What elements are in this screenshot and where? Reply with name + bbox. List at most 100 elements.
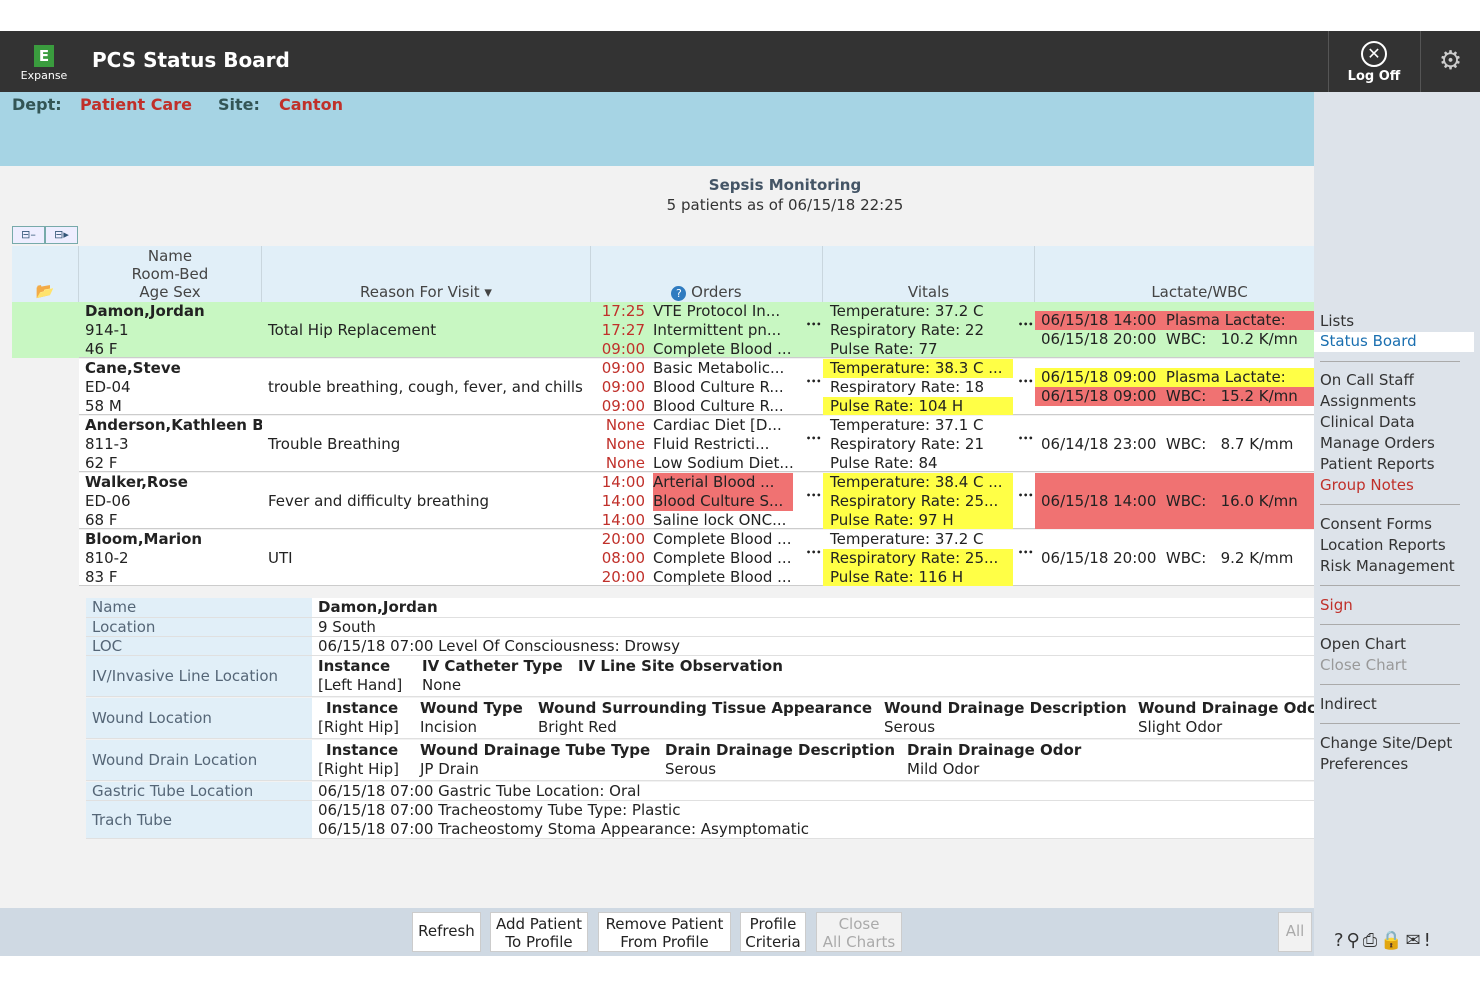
- footer-icons[interactable]: ?⚲⎙🔒✉!: [1334, 930, 1434, 951]
- orders-cell[interactable]: None Cardiac Diet [D... None Fluid Restrict…: [591, 416, 823, 472]
- nav-indirect[interactable]: Indirect: [1320, 695, 1377, 713]
- vitals-more-icon[interactable]: •••: [1018, 548, 1033, 557]
- nav-lists[interactable]: Lists: [1320, 312, 1354, 330]
- order-item[interactable]: 20:00 Complete Blood ...: [591, 530, 823, 549]
- add-patient-button[interactable]: Add Patient To Profile: [490, 912, 588, 952]
- table-row[interactable]: Damon,Jordan 914-1 46 F Total Hip Replaceme…: [12, 302, 1314, 358]
- orders-more-icon[interactable]: •••: [806, 434, 821, 443]
- orders-column-header[interactable]: ? Orders: [591, 246, 823, 302]
- order-item[interactable]: 17:25 VTE Protocol In...: [591, 302, 823, 321]
- orders-cell[interactable]: 17:25 VTE Protocol In... 17:27 Intermittent…: [591, 302, 823, 358]
- dept-value[interactable]: Patient Care: [80, 95, 192, 114]
- order-item[interactable]: 09:00 Blood Culture R...: [591, 397, 823, 415]
- lactate-cell[interactable]: 06/15/18 09:00 Plasma Lactate: 06/15/18 0…: [1035, 359, 1314, 415]
- vitals-cell[interactable]: Temperature: 38.3 C ... Respiratory Rate:…: [823, 359, 1013, 415]
- profile-criteria-button[interactable]: Profile Criteria: [740, 912, 806, 952]
- order-item[interactable]: None Fluid Restricti...: [591, 435, 823, 454]
- site-value[interactable]: Canton: [279, 95, 343, 114]
- logo-label: Expanse: [20, 69, 68, 82]
- nav-sign[interactable]: Sign: [1320, 596, 1353, 614]
- nav-location-reports[interactable]: Location Reports: [1320, 536, 1446, 554]
- table-row[interactable]: Bloom,Marion 810-2 83 F UTI 20:00 Complete Bl…: [12, 530, 1314, 586]
- lactate-cell[interactable]: 06/15/18 20:00 WBC: 9.2 K/mm: [1035, 530, 1314, 586]
- vitals-column-header[interactable]: Vitals: [823, 246, 1035, 302]
- vitals-cell[interactable]: Temperature: 38.4 C ... Respiratory Rate:…: [823, 473, 1013, 529]
- nav-clinical-data[interactable]: Clinical Data: [1320, 413, 1415, 431]
- name-column-header[interactable]: Name Room-Bed Age Sex: [79, 246, 262, 302]
- row-select-cell[interactable]: [12, 359, 79, 415]
- orders-cell[interactable]: 09:00 Basic Metabolic... 09:00 Blood Cultur…: [591, 359, 823, 415]
- nav-patient-reports[interactable]: Patient Reports: [1320, 455, 1435, 473]
- row-select-cell[interactable]: [12, 302, 79, 358]
- w-v3: Bright Red: [538, 718, 617, 736]
- row-select-cell[interactable]: [12, 530, 79, 586]
- vital-item: Pulse Rate: 97 H: [823, 511, 1013, 529]
- refresh-button[interactable]: Refresh: [412, 912, 481, 952]
- nav-assignments[interactable]: Assignments: [1320, 392, 1416, 410]
- order-item[interactable]: 09:00 Complete Blood ...: [591, 340, 823, 358]
- expand-columns-button[interactable]: ⊟▸: [45, 226, 78, 244]
- vitals-cell[interactable]: Temperature: 37.1 C Respiratory Rate: 21 P…: [823, 416, 1013, 472]
- patient-name-cell[interactable]: Damon,Jordan 914-1 46 F: [79, 302, 262, 358]
- nav-manage-orders[interactable]: Manage Orders: [1320, 434, 1435, 452]
- nav-change-site[interactable]: Change Site/Dept: [1320, 734, 1452, 752]
- w-v4: Serous: [884, 718, 936, 736]
- nav-on-call-staff[interactable]: On Call Staff: [1320, 371, 1414, 389]
- reason-column-header[interactable]: Reason For Visit ▾: [262, 246, 591, 302]
- row-select-cell[interactable]: [12, 416, 79, 472]
- row-select-cell[interactable]: [12, 473, 79, 529]
- order-item[interactable]: 09:00 Blood Culture R...: [591, 378, 823, 397]
- order-item[interactable]: 14:00 Saline lock ONC...: [591, 511, 823, 529]
- order-item[interactable]: 14:00 Blood Culture S...: [591, 492, 823, 511]
- patient-name-cell[interactable]: Walker,Rose ED-06 68 F: [79, 473, 262, 529]
- close-all-charts-button[interactable]: Close All Charts: [816, 912, 902, 952]
- vitals-more-icon[interactable]: •••: [1018, 434, 1033, 443]
- lactate-cell[interactable]: 06/15/18 14:00 Plasma Lactate: 06/15/18 2…: [1035, 302, 1314, 358]
- order-item[interactable]: 17:27 Intermittent pn...: [591, 321, 823, 340]
- nav-status-board[interactable]: Status Board: [1314, 332, 1474, 352]
- nav-group-notes[interactable]: Group Notes: [1320, 476, 1414, 494]
- lactate-column-header[interactable]: Lactate/WBC: [1035, 246, 1314, 302]
- logoff-button[interactable]: ✕ Log Off: [1328, 31, 1419, 92]
- orders-more-icon[interactable]: •••: [806, 491, 821, 500]
- orders-cell[interactable]: 20:00 Complete Blood ... 08:00 Complete Blo…: [591, 530, 823, 586]
- patient-name-cell[interactable]: Bloom,Marion 810-2 83 F: [79, 530, 262, 586]
- detail-loc-value: 06/15/18 07:00 Level Of Consciousness: D…: [318, 637, 680, 655]
- select-column-header[interactable]: 📂: [12, 246, 79, 302]
- order-item[interactable]: None Cardiac Diet [D...: [591, 416, 823, 435]
- table-row[interactable]: Walker,Rose ED-06 68 F Fever and difficulty…: [12, 473, 1314, 529]
- order-item[interactable]: 20:00 Complete Blood ...: [591, 568, 823, 586]
- reason-cell: Total Hip Replacement: [268, 321, 437, 339]
- patient-name-cell[interactable]: Anderson,Kathleen B 811-3 62 F: [79, 416, 262, 472]
- order-item[interactable]: 08:00 Complete Blood ...: [591, 549, 823, 568]
- patient-name-cell[interactable]: Cane,Steve ED-04 58 M: [79, 359, 262, 415]
- table-row[interactable]: Anderson,Kathleen B 811-3 62 F Trouble Brea…: [12, 416, 1314, 472]
- remove-patient-button[interactable]: Remove Patient From Profile: [598, 912, 731, 952]
- orders-cell[interactable]: 14:00 Arterial Blood ... 14:00 Blood Cultur…: [591, 473, 823, 529]
- all-button[interactable]: All: [1278, 912, 1312, 952]
- order-item[interactable]: 09:00 Basic Metabolic...: [591, 359, 823, 378]
- vitals-cell[interactable]: Temperature: 37.2 C Respiratory Rate: 22 P…: [823, 302, 1013, 358]
- order-item[interactable]: 14:00 Arterial Blood ...: [591, 473, 823, 492]
- orders-more-icon[interactable]: •••: [806, 548, 821, 557]
- nav-risk-management[interactable]: Risk Management: [1320, 557, 1455, 575]
- nav-open-chart[interactable]: Open Chart: [1320, 635, 1406, 653]
- patient-name: Anderson,Kathleen B: [85, 416, 262, 434]
- vitals-more-icon[interactable]: •••: [1018, 377, 1033, 386]
- d-h1: Instance: [326, 741, 399, 759]
- order-item[interactable]: None Low Sodium Diet...: [591, 454, 823, 472]
- orders-more-icon[interactable]: •••: [806, 377, 821, 386]
- vitals-cell[interactable]: Temperature: 37.2 C Respiratory Rate: 25.…: [823, 530, 1013, 586]
- vitals-more-icon[interactable]: •••: [1018, 320, 1033, 329]
- lactate-cell[interactable]: 06/14/18 23:00 WBC: 8.7 K/mm: [1035, 416, 1314, 472]
- collapse-columns-button[interactable]: ⊟–: [12, 226, 45, 244]
- vitals-more-icon[interactable]: •••: [1018, 491, 1033, 500]
- help-icon[interactable]: ?: [671, 286, 687, 301]
- nav-consent-forms[interactable]: Consent Forms: [1320, 515, 1432, 533]
- orders-more-icon[interactable]: •••: [806, 320, 821, 329]
- nav-close-chart[interactable]: Close Chart: [1320, 656, 1407, 674]
- table-row[interactable]: Cane,Steve ED-04 58 M trouble breathing, co…: [12, 359, 1314, 415]
- gear-icon[interactable]: ⚙: [1420, 31, 1480, 92]
- nav-preferences[interactable]: Preferences: [1320, 755, 1408, 773]
- lactate-cell[interactable]: 06/15/18 14:00 WBC: 16.0 K/mn: [1035, 473, 1314, 529]
